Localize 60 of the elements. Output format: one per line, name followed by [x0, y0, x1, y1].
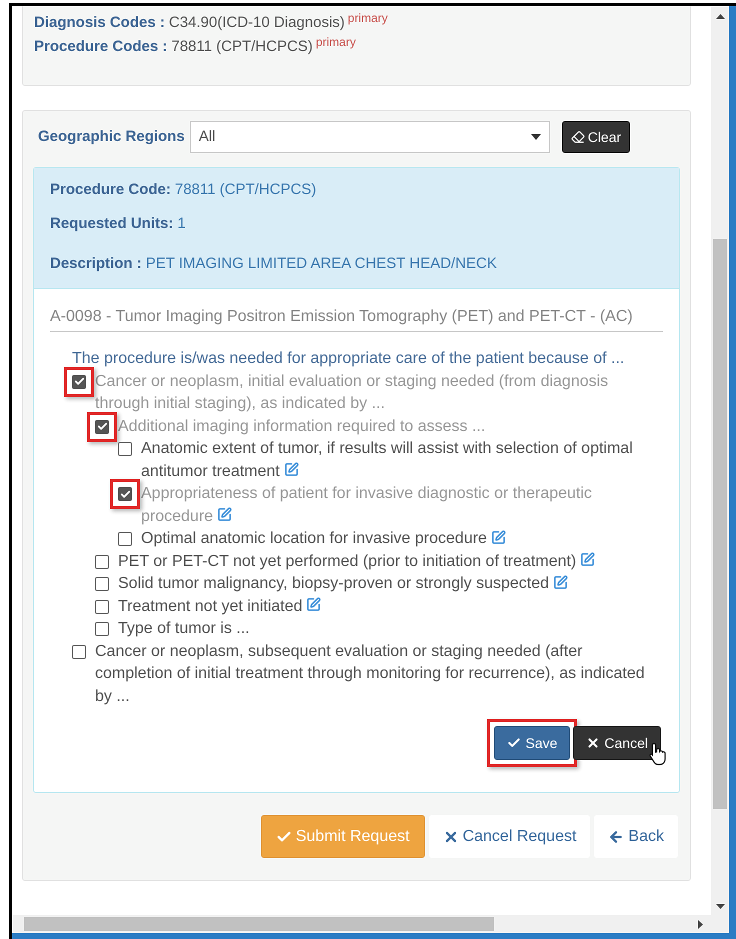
field-value: PET IMAGING LIMITED AREA CHEST HEAD/NECK [146, 255, 497, 272]
checkbox[interactable] [118, 487, 132, 501]
primary-tag: primary [348, 11, 388, 25]
criteria-text: Optimal anatomic location for invasive procedure [141, 528, 506, 550]
checkbox[interactable] [95, 600, 109, 614]
check-icon [507, 736, 522, 750]
criteria-text: Type of tumor is ... [118, 619, 250, 639]
field-value: 1 [177, 215, 186, 232]
field-label: Requested Units: [50, 215, 174, 232]
edit-icon[interactable] [580, 552, 596, 568]
edit-icon[interactable] [306, 597, 322, 612]
guideline-title: A-0098 - Tumor Imaging Positron Emission Tomography (PET) and PET-CT - (AC) [50, 305, 663, 332]
cancel-request-button[interactable]: Cancel Request [428, 815, 590, 858]
criteria-text: Anatomic extent of tumor, if results will assist with selection of optimal antitumor treatment [141, 439, 634, 482]
scroll-down-icon[interactable] [716, 904, 724, 909]
field-value: 78811 (CPT/HCPCS) [171, 37, 313, 57]
checkbox[interactable] [72, 644, 86, 658]
checkbox[interactable] [95, 420, 109, 434]
close-icon [586, 736, 600, 750]
field-label: Diagnosis Codes : [34, 13, 165, 33]
eraser-icon [570, 130, 585, 144]
edit-icon[interactable] [553, 574, 568, 590]
region-select[interactable]: All [190, 121, 550, 153]
field-label: Procedure Code: [50, 181, 171, 198]
scroll-up-icon[interactable] [716, 14, 724, 19]
vertical-scrollbar[interactable] [711, 6, 729, 915]
filter-label: Geographic Regions [38, 126, 185, 147]
checkbox[interactable] [95, 577, 109, 591]
criteria-text: Cancer or neoplasm, initial evaluation or staging needed (from diagnosis through initial staging), as indicated by ... [95, 372, 610, 414]
criteria-text: Solid tumor malignancy, biopsy-proven or strongly suspected [118, 573, 568, 596]
criteria-text: Additional imaging information required to assess ... [118, 416, 486, 436]
criteria-prompt: The procedure is/was needed for appropriate care of the patient because of ... [72, 349, 626, 369]
save-button[interactable]: Save [494, 726, 570, 760]
check-icon [120, 488, 130, 500]
criteria-text: Appropriateness of patient for invasive diagnostic or therapeutic procedure [141, 484, 593, 526]
horizontal-scrollbar[interactable] [12, 915, 711, 933]
field-value: 78811 (CPT/HCPCS) [174, 181, 316, 198]
scroll-right-icon[interactable] [698, 920, 703, 928]
checkbox[interactable] [118, 532, 132, 546]
field-value: C34.90(ICD-10 Diagnosis) [168, 13, 345, 33]
edit-icon[interactable] [217, 507, 232, 522]
edit-icon[interactable] [284, 462, 299, 478]
checkbox[interactable] [95, 622, 109, 636]
field-label: Description : [50, 255, 142, 272]
check-icon [74, 376, 84, 387]
dropdown-caret-icon [530, 134, 541, 140]
check-icon [96, 421, 108, 432]
field-label: Procedure Codes : [34, 37, 168, 57]
checkbox[interactable] [72, 374, 86, 388]
checkbox[interactable] [118, 442, 132, 456]
clear-button[interactable]: Clear [562, 121, 630, 153]
cancel-button[interactable]: Cancel [573, 726, 661, 760]
criteria-text: Cancer or neoplasm, subsequent evaluation or staging needed (after completion of initial treatment through monitoring for recurrence), as indicated by ... [95, 642, 646, 706]
back-button[interactable]: Back [594, 815, 678, 858]
criteria-text: Treatment not yet initiated [118, 596, 322, 618]
checkbox[interactable] [95, 554, 109, 568]
arrow-left-icon [608, 828, 624, 844]
primary-tag: primary [316, 35, 356, 49]
edit-icon[interactable] [490, 530, 506, 545]
criteria-text: PET or PET-CT not yet performed (prior to initiation of treatment) [118, 550, 596, 573]
